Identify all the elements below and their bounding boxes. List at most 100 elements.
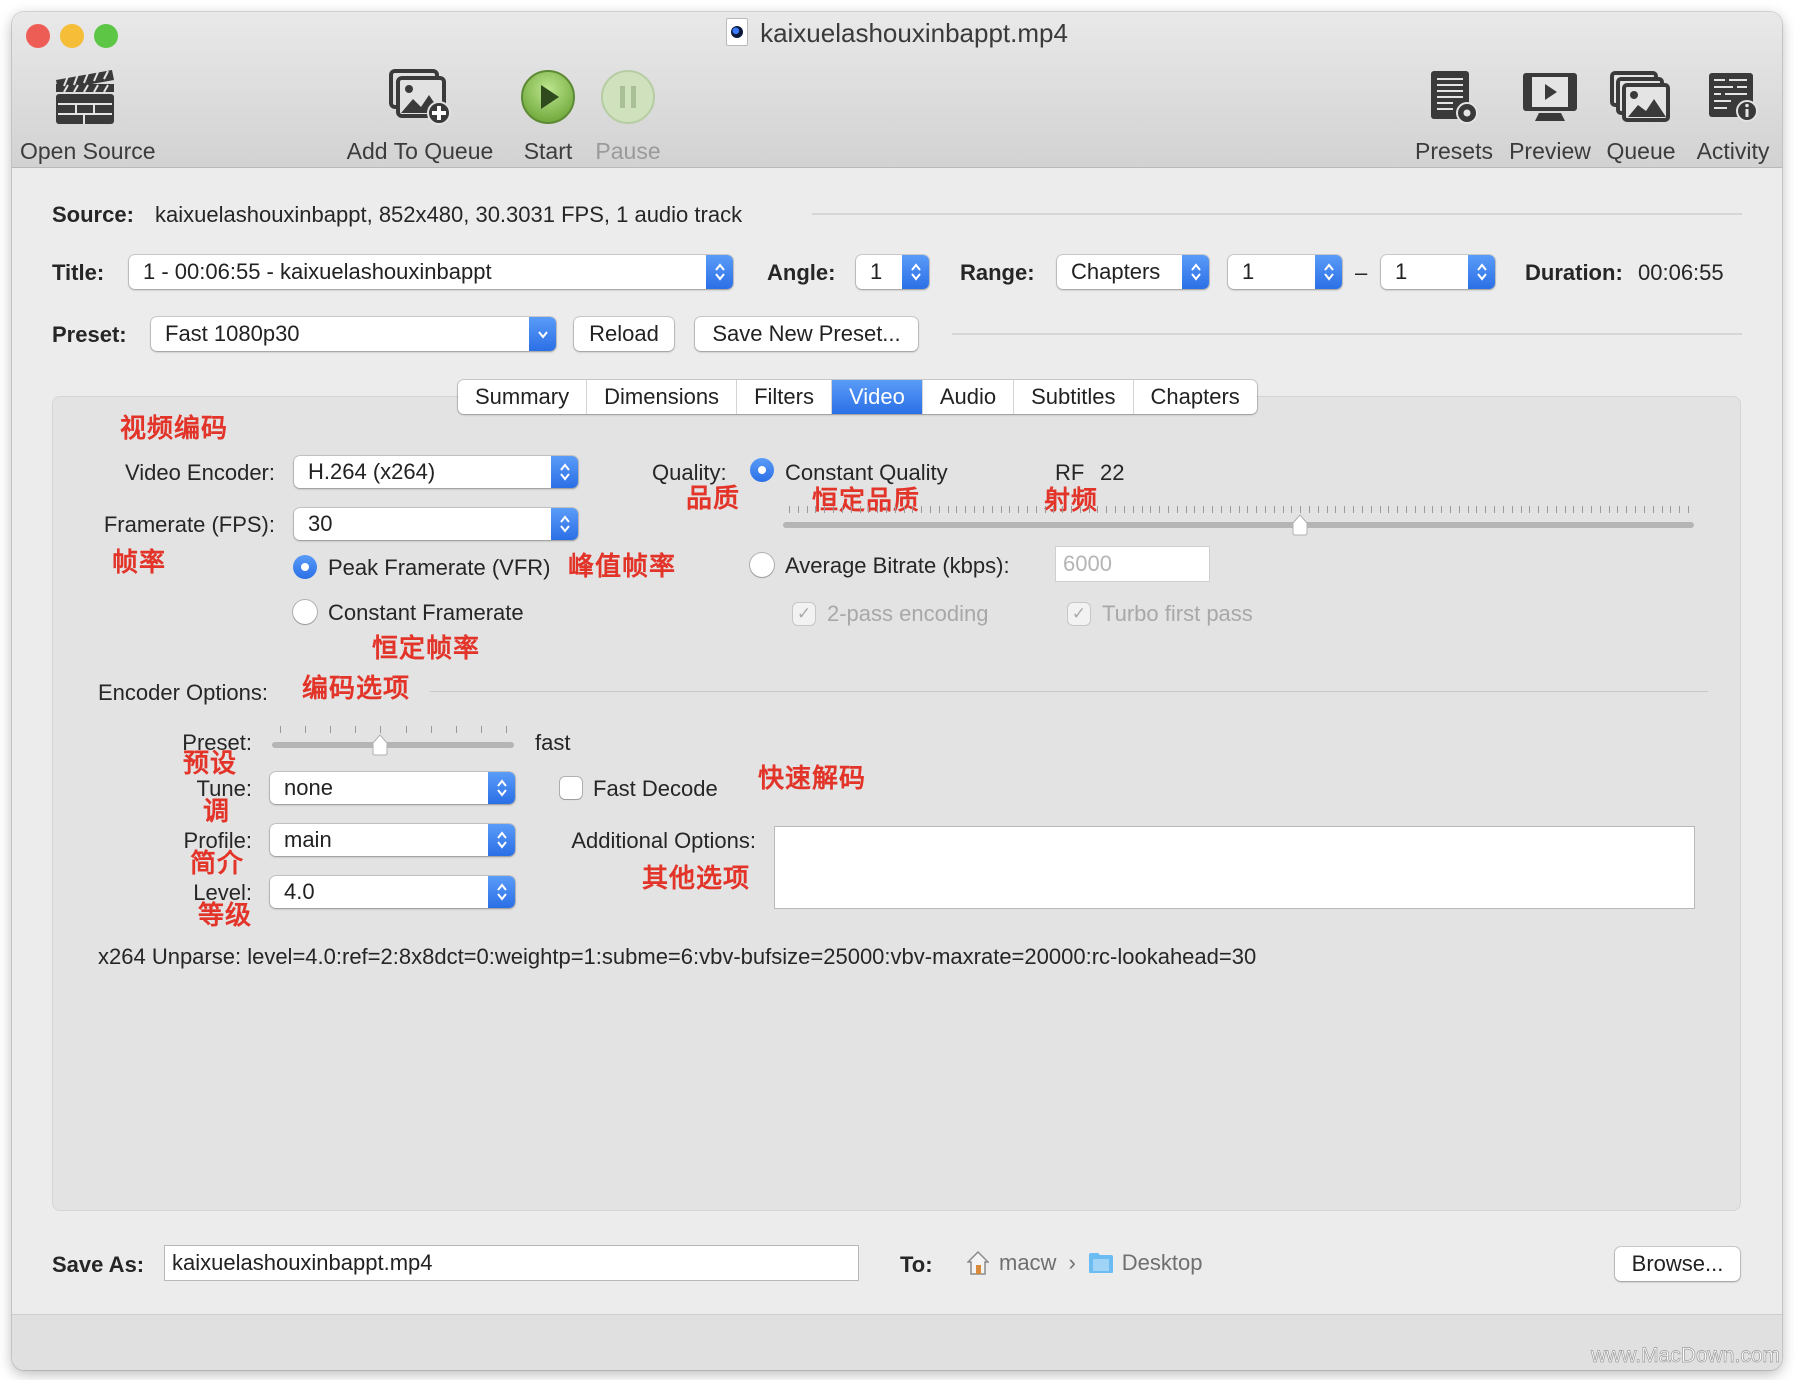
rf-slider-track xyxy=(783,522,1694,528)
save-new-preset-button[interactable]: Save New Preset... xyxy=(695,317,918,351)
range-type-popup[interactable]: Chapters xyxy=(1057,255,1209,289)
rf-slider-tick xyxy=(841,506,843,513)
preset-slider-track xyxy=(272,742,514,748)
save-as-value: kaixuelashouxinbappt.mp4 xyxy=(172,1250,433,1275)
tab-label: Subtitles xyxy=(1031,384,1116,409)
annotation-profile: 简介 xyxy=(190,848,245,878)
save-as-label: Save As: xyxy=(52,1252,145,1277)
preset-slider-thumb[interactable] xyxy=(370,734,390,756)
preset-slider-tick xyxy=(380,726,382,733)
video-encoder-label: Video Encoder: xyxy=(124,460,275,485)
tab-summary[interactable]: Summary xyxy=(458,380,588,414)
rf-quality-slider[interactable] xyxy=(783,504,1694,536)
pause-button[interactable]: Pause xyxy=(584,62,672,165)
two-pass-label: 2-pass encoding xyxy=(827,601,989,626)
tab-label: Summary xyxy=(475,384,570,409)
tab-video[interactable]: Video xyxy=(831,380,923,414)
preset-popup[interactable]: Fast 1080p30 xyxy=(151,317,556,351)
rf-slider-tick xyxy=(1485,506,1487,513)
constant-framerate-label: Constant Framerate xyxy=(328,600,524,625)
additional-options-label: Additional Options: xyxy=(571,828,756,853)
range-type-value: Chapters xyxy=(1071,259,1161,284)
add-to-queue-button[interactable]: Add To Queue xyxy=(340,62,500,165)
rf-slider-tick xyxy=(1238,506,1240,513)
up-down-arrows-icon xyxy=(488,772,515,804)
rf-slider-tick xyxy=(1097,506,1099,513)
encoder-preset-slider[interactable] xyxy=(272,724,514,756)
rf-slider-tick xyxy=(859,506,861,513)
average-bitrate-radio[interactable] xyxy=(750,553,774,577)
up-down-arrows-icon xyxy=(551,456,578,488)
title-popup[interactable]: 1 - 00:06:55 - kaixuelashouxinbappt xyxy=(129,255,733,289)
preset-slider-tick xyxy=(330,726,332,733)
fast-decode-checkbox[interactable] xyxy=(560,777,582,799)
angle-popup[interactable]: 1 xyxy=(856,255,929,289)
start-label: Start xyxy=(523,138,573,164)
tab-chapters[interactable]: Chapters xyxy=(1134,380,1257,414)
tab-filters[interactable]: Filters xyxy=(737,380,832,414)
two-pass-checkbox[interactable]: ✓ xyxy=(793,603,815,625)
range-end-value: 1 xyxy=(1395,259,1408,284)
browse-button[interactable]: Browse... xyxy=(1615,1247,1740,1281)
framerate-popup[interactable]: 30 xyxy=(294,508,578,540)
range-label: Range: xyxy=(960,260,1035,285)
average-bitrate-input[interactable]: 6000 xyxy=(1056,547,1209,581)
annotation-preset: 预设 xyxy=(183,748,238,778)
turbo-first-pass-checkbox[interactable]: ✓ xyxy=(1068,603,1090,625)
destination-path[interactable]: macw › Desktop xyxy=(967,1250,1203,1276)
title-label: Title: xyxy=(52,260,105,285)
up-down-arrows-icon xyxy=(1468,255,1495,289)
rf-slider-tick xyxy=(1582,506,1584,513)
presets-button[interactable]: Presets xyxy=(1404,62,1504,165)
rf-slider-tick xyxy=(1635,506,1637,513)
rf-slider-tick xyxy=(1379,506,1381,513)
up-down-arrows-icon xyxy=(1182,255,1209,289)
constant-quality-radio[interactable] xyxy=(750,458,774,482)
rf-slider-tick xyxy=(1071,506,1073,513)
tab-label: Chapters xyxy=(1150,384,1240,409)
add-to-queue-icon xyxy=(340,62,500,132)
constant-framerate-radio[interactable] xyxy=(293,600,317,624)
rf-slider-tick xyxy=(1502,506,1504,513)
additional-options-textarea[interactable] xyxy=(775,827,1694,908)
tune-popup[interactable]: none xyxy=(270,772,515,804)
peak-framerate-radio[interactable] xyxy=(293,555,317,579)
video-encoder-popup[interactable]: H.264 (x264) xyxy=(294,456,578,488)
tab-audio[interactable]: Audio xyxy=(923,380,1015,414)
rf-slider-tick xyxy=(1009,506,1011,513)
rf-slider-tick xyxy=(1414,506,1416,513)
add-to-queue-label: Add To Queue xyxy=(346,138,494,164)
open-source-button[interactable]: Open Source xyxy=(20,62,156,165)
rf-slider-tick xyxy=(1617,506,1619,513)
tab-dimensions[interactable]: Dimensions xyxy=(587,380,738,414)
level-popup[interactable]: 4.0 xyxy=(270,876,515,908)
range-end-popup[interactable]: 1 xyxy=(1381,255,1495,289)
chevron-down-icon xyxy=(529,317,556,351)
rf-slider-tick xyxy=(1353,506,1355,513)
turbo-first-pass-label: Turbo first pass xyxy=(1102,601,1253,626)
rf-slider-tick xyxy=(1467,506,1469,513)
range-start-popup[interactable]: 1 xyxy=(1228,255,1342,289)
queue-button[interactable]: Queue xyxy=(1596,62,1686,165)
to-label: To: xyxy=(900,1252,933,1277)
activity-log-icon xyxy=(1685,62,1781,132)
annotation-additional-options: 其他选项 xyxy=(642,863,751,893)
clapperboard-icon xyxy=(20,62,150,132)
rf-slider-thumb[interactable] xyxy=(1290,514,1310,536)
range-start-value: 1 xyxy=(1242,259,1255,284)
rf-slider-tick xyxy=(1397,506,1399,513)
save-as-input[interactable]: kaixuelashouxinbappt.mp4 xyxy=(165,1246,858,1280)
tab-subtitles[interactable]: Subtitles xyxy=(1014,380,1134,414)
activity-button[interactable]: Activity xyxy=(1685,62,1781,165)
profile-popup[interactable]: main xyxy=(270,824,515,856)
reload-button[interactable]: Reload xyxy=(574,317,674,351)
annotation-encoder-options: 编码选项 xyxy=(302,673,411,703)
start-button[interactable]: Start xyxy=(504,62,592,165)
annotation-framerate: 帧率 xyxy=(112,547,167,577)
preview-button[interactable]: Preview xyxy=(1500,62,1600,165)
rf-slider-tick xyxy=(1643,506,1645,513)
x264-unparse-text: x264 Unparse: level=4.0:ref=2:8x8dct=0:w… xyxy=(98,944,1257,969)
rf-slider-tick xyxy=(1053,506,1055,513)
rf-slider-tick xyxy=(1652,506,1654,513)
rf-slider-tick xyxy=(1608,506,1610,513)
